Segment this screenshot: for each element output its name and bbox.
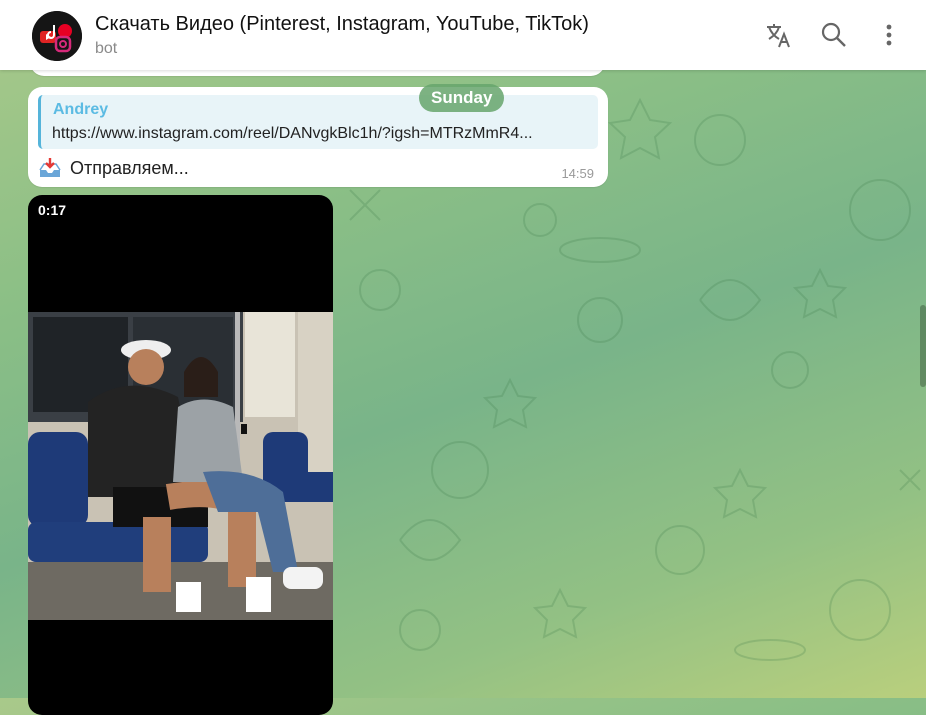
chat-title: Скачать Видео (Pinterest, Instagram, You… [95,13,589,35]
date-separator: Sunday [419,84,505,112]
video-duration: 0:17 [38,202,67,218]
chat-subtitle: bot [95,40,118,57]
message-time: 14:59 [561,166,594,181]
inbox-tray-icon [39,158,61,177]
scrollbar[interactable] [920,305,926,387]
more-vertical-icon [886,24,892,46]
video-message[interactable]: 0:17 [28,195,333,715]
video-thumbnail[interactable] [28,312,333,620]
reply-author: Andrey [53,101,109,118]
translate-icon [767,24,790,48]
message-bubble[interactable]: Andrey https://www.instagram.com/reel/DA… [28,87,608,187]
chat-header: Скачать Видео (Pinterest, Instagram, You… [0,0,926,70]
search-button[interactable] [819,20,849,50]
reply-text: https://www.instagram.com/reel/DANvgkBlc… [52,125,533,142]
more-button[interactable] [874,20,904,50]
search-icon [821,22,846,47]
reply-preview[interactable]: Andrey https://www.instagram.com/reel/DA… [38,95,598,149]
bot-avatar[interactable] [32,11,82,61]
translate-button[interactable] [764,20,794,50]
tiktok-pinterest-instagram-logos-icon [32,11,82,61]
message-text: Отправляем... [70,157,189,178]
